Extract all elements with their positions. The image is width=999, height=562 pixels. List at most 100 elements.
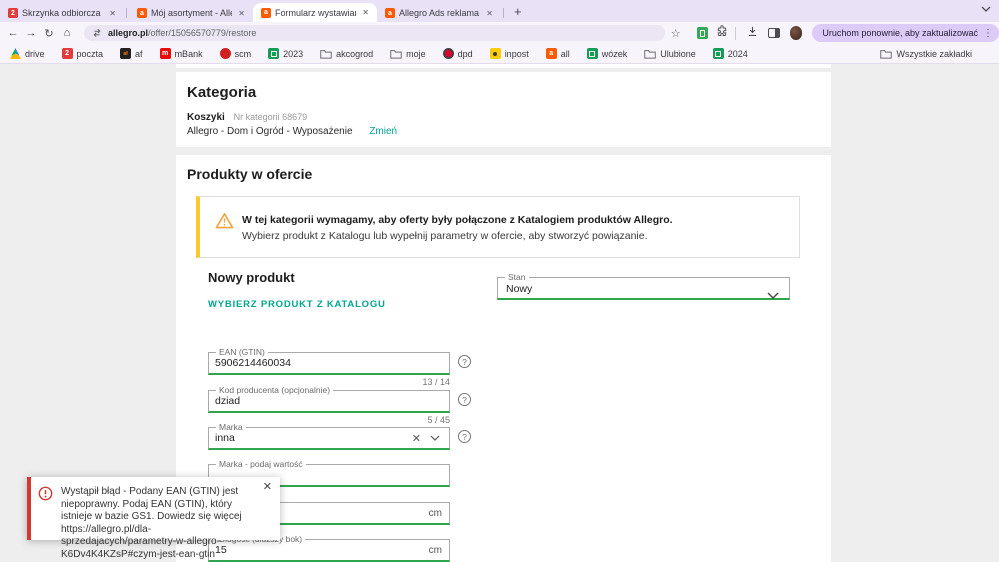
bookmark-akcogrod[interactable]: akcogrod bbox=[320, 49, 373, 59]
poczta-icon: 2 bbox=[62, 48, 73, 59]
category-section: Kategoria Koszyki Nr kategorii 68679 All… bbox=[176, 72, 831, 147]
mbank-icon: m bbox=[160, 48, 171, 59]
producer-code-help-icon[interactable]: ? bbox=[458, 393, 471, 406]
choose-from-catalog-link[interactable]: WYBIERZ PRODUKT Z KATALOGU bbox=[208, 299, 386, 310]
side-panel-icon[interactable] bbox=[768, 28, 780, 38]
ean-field[interactable]: EAN (GTIN) bbox=[208, 352, 450, 375]
tab-formularz-active[interactable]: a Formularz wystawiania ✕ bbox=[253, 3, 377, 22]
tab-title: Mój asortyment - Allegro bbox=[151, 8, 232, 18]
bookmark-ulubione[interactable]: Ulubione bbox=[644, 49, 696, 59]
chevron-down-icon[interactable] bbox=[430, 428, 440, 448]
warning-triangle-icon bbox=[215, 212, 234, 234]
spreadsheet-icon bbox=[587, 48, 598, 59]
bookmark-label: inpost bbox=[505, 49, 529, 59]
tab-close-icon[interactable]: ✕ bbox=[236, 9, 247, 18]
producer-code-input[interactable] bbox=[215, 391, 443, 411]
bookmark-star-icon[interactable]: ☆ bbox=[671, 27, 681, 40]
reload-icon[interactable]: ↻ bbox=[40, 27, 58, 40]
producer-code-field[interactable]: Kod producenta (opcjonalnie) bbox=[208, 390, 450, 413]
warning-text: Wybierz produkt z Katalogu lub wypełnij … bbox=[242, 230, 648, 242]
new-product-heading: Nowy produkt bbox=[208, 270, 295, 285]
allegro-icon: a bbox=[546, 48, 557, 59]
downloads-icon[interactable] bbox=[747, 24, 758, 42]
error-message: Wystąpił błąd - Podany EAN (GTIN) jest n… bbox=[61, 486, 261, 561]
chevron-down-icon[interactable] bbox=[767, 286, 779, 304]
bookmark-drive[interactable]: drive bbox=[10, 48, 45, 59]
url-path: /offer/15056570779/restore bbox=[148, 28, 256, 38]
bookmark-label: 2024 bbox=[728, 49, 748, 59]
tab-title: Skrzynka odbiorcza - Poczta bbox=[22, 8, 103, 18]
bookmark-inpost[interactable]: inpost bbox=[490, 48, 529, 59]
close-icon[interactable]: ✕ bbox=[263, 480, 272, 493]
spreadsheet-icon bbox=[713, 48, 724, 59]
update-chrome-label: Uruchom ponownie, aby zaktualizować bbox=[822, 28, 978, 38]
products-heading: Produkty w ofercie bbox=[187, 166, 312, 182]
update-chrome-button[interactable]: Uruchom ponownie, aby zaktualizować ⋮ bbox=[812, 24, 999, 42]
bookmark-label: drive bbox=[25, 49, 45, 59]
tab-close-icon[interactable]: ✕ bbox=[360, 8, 371, 17]
tab-allegro-ads[interactable]: a Allegro Ads reklama Twoich o ✕ bbox=[377, 4, 501, 22]
bookmark-moje[interactable]: moje bbox=[390, 49, 426, 59]
bookmark-label: moje bbox=[406, 49, 426, 59]
bookmark-dpd[interactable]: dpd bbox=[443, 48, 473, 59]
browser-menu-icon[interactable]: ⋮ bbox=[983, 28, 993, 39]
profile-avatar[interactable] bbox=[790, 26, 803, 40]
bookmark-poczta[interactable]: 2poczta bbox=[62, 48, 104, 59]
condition-value: Nowy bbox=[506, 283, 532, 295]
tab-close-icon[interactable]: ✕ bbox=[107, 9, 118, 18]
error-toast: Wystąpił błąd - Podany EAN (GTIN) jest n… bbox=[27, 477, 280, 540]
previous-section-edge bbox=[176, 64, 831, 68]
tab-separator bbox=[126, 8, 127, 18]
af-icon: af bbox=[120, 48, 131, 59]
clear-brand-icon[interactable]: ✕ bbox=[412, 432, 421, 445]
category-name: Koszyki bbox=[187, 112, 225, 123]
category-path: Allegro - Dom i Ogród - Wyposażenie bbox=[187, 126, 353, 137]
bookmark-af[interactable]: afaf bbox=[120, 48, 143, 59]
width-unit: cm bbox=[429, 508, 442, 519]
bookmark-2023[interactable]: 2023 bbox=[268, 48, 303, 59]
tab-separator bbox=[503, 8, 504, 18]
spreadsheet-icon bbox=[268, 48, 279, 59]
tab-close-icon[interactable]: ✕ bbox=[484, 9, 495, 18]
extensions-puzzle-icon[interactable] bbox=[716, 24, 728, 42]
drive-icon bbox=[10, 48, 21, 59]
brand-field[interactable]: Marka ✕ bbox=[208, 427, 450, 450]
extension-icon[interactable] bbox=[697, 27, 708, 39]
url-text[interactable]: allegro.pl/offer/15056570779/restore bbox=[108, 28, 256, 38]
site-info-icon[interactable] bbox=[92, 28, 102, 38]
bookmark-label: scm bbox=[235, 49, 252, 59]
forward-icon[interactable]: → bbox=[22, 27, 40, 39]
poczta-favicon-icon: 2 bbox=[8, 8, 18, 18]
bookmark-all[interactable]: aall bbox=[546, 48, 570, 59]
change-category-link[interactable]: Zmień bbox=[369, 126, 397, 137]
all-bookmarks-label: Wszystkie zakładki bbox=[896, 49, 972, 59]
bookmark-label: mBank bbox=[175, 49, 203, 59]
brand-help-icon[interactable]: ? bbox=[458, 430, 471, 443]
url-domain: allegro.pl bbox=[108, 28, 148, 38]
scm-icon bbox=[220, 48, 231, 59]
allegro-favicon-icon: a bbox=[137, 8, 147, 18]
tab-asortyment[interactable]: a Mój asortyment - Allegro ✕ bbox=[129, 4, 253, 22]
back-icon[interactable]: ← bbox=[4, 27, 22, 39]
home-icon[interactable]: ⌂ bbox=[58, 27, 76, 39]
bookmarks-bar: drive 2poczta afaf mmBank scm 2023 akcog… bbox=[0, 44, 999, 64]
toolbar-divider bbox=[735, 27, 736, 40]
ean-help-icon[interactable]: ? bbox=[458, 355, 471, 368]
brand-input[interactable] bbox=[215, 428, 403, 448]
catalog-warning: W tej kategorii wymagamy, aby oferty był… bbox=[196, 196, 800, 258]
tab-search-chevron-icon[interactable] bbox=[981, 0, 991, 17]
inpost-icon bbox=[490, 48, 501, 59]
browser-toolbar: ← → ↻ ⌂ allegro.pl/offer/15056570779/res… bbox=[0, 22, 999, 44]
bookmark-2024[interactable]: 2024 bbox=[713, 48, 748, 59]
ean-input[interactable] bbox=[215, 353, 443, 373]
condition-select[interactable]: Stan Nowy bbox=[497, 277, 790, 300]
bookmark-mbank[interactable]: mmBank bbox=[160, 48, 203, 59]
address-bar[interactable]: allegro.pl/offer/15056570779/restore bbox=[84, 25, 665, 41]
length-unit: cm bbox=[429, 545, 442, 556]
all-bookmarks-button[interactable]: Wszystkie zakładki bbox=[880, 49, 972, 59]
new-tab-button[interactable]: + bbox=[506, 4, 530, 22]
bookmark-wozek[interactable]: wózek bbox=[587, 48, 628, 59]
tab-poczta[interactable]: 2 Skrzynka odbiorcza - Poczta ✕ bbox=[0, 4, 124, 22]
bookmark-scm[interactable]: scm bbox=[220, 48, 252, 59]
error-icon bbox=[38, 486, 53, 506]
